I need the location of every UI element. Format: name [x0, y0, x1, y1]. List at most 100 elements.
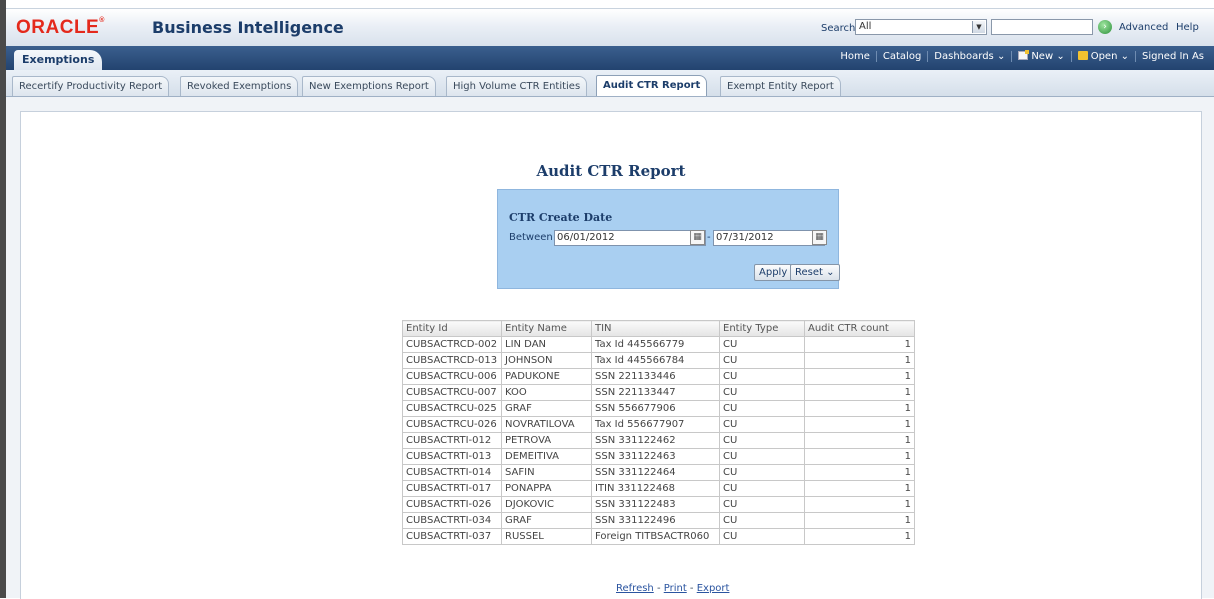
- table-cell: 1: [804, 384, 915, 401]
- table-cell: CU: [719, 480, 805, 497]
- tab-audit-ctr[interactable]: Audit CTR Report: [596, 75, 708, 96]
- go-icon[interactable]: ›: [1098, 20, 1112, 34]
- table-row: CUBSACTRCU-006 PADUKONE SSN 221133446 CU 1: [402, 368, 915, 385]
- table-cell: SSN 331122483: [591, 496, 720, 513]
- calendar-icon[interactable]: ▦: [690, 230, 705, 245]
- table-cell: 1: [804, 352, 915, 369]
- table-cell: CUBSACTRCU-007: [402, 384, 502, 401]
- table-cell: CU: [719, 384, 805, 401]
- table-cell: CUBSACTRTI-037: [402, 528, 502, 545]
- date-prompt: CTR Create Date Between 06/01/2012 ▦ - 0…: [497, 189, 840, 289]
- print-link[interactable]: Print: [664, 583, 687, 594]
- table-cell: 1: [804, 416, 915, 433]
- tab-new-exemptions[interactable]: New Exemptions Report: [302, 76, 436, 96]
- table-cell: SSN 221133446: [591, 368, 720, 385]
- dashboard-content: Audit CTR Report CTR Create Date Between…: [6, 97, 1214, 599]
- search-scope-select[interactable]: All ▼: [855, 19, 987, 35]
- table-cell: CUBSACTRCD-002: [402, 336, 502, 353]
- table-cell: CU: [719, 528, 805, 545]
- table-row: CUBSACTRCU-026 NOVRATILOVA Tax Id 55667790…: [402, 416, 915, 433]
- table-cell: JOHNSON: [501, 352, 592, 369]
- report-title: Audit CTR Report: [536, 162, 686, 180]
- table-cell: CU: [719, 432, 805, 449]
- dashboard-name[interactable]: Exemptions: [14, 50, 102, 70]
- report-links: Refresh - Print - Export: [616, 583, 730, 594]
- menu-signed-in[interactable]: Signed In As: [1134, 51, 1210, 62]
- table-cell: ITIN 331122468: [591, 480, 720, 497]
- date-separator: -: [707, 232, 711, 243]
- table-row: CUBSACTRTI-034 GRAF SSN 331122496 CU 1: [402, 512, 915, 529]
- column-header[interactable]: Entity Name: [501, 320, 592, 337]
- table-cell: CU: [719, 512, 805, 529]
- tab-high-volume-ctr[interactable]: High Volume CTR Entities: [446, 76, 588, 96]
- column-header[interactable]: Entity Id: [402, 320, 502, 337]
- table-cell: CUBSACTRTI-034: [402, 512, 502, 529]
- report-panel: Audit CTR Report CTR Create Date Between…: [20, 111, 1202, 599]
- table-cell: CU: [719, 352, 805, 369]
- table-cell: Tax Id 445566784: [591, 352, 720, 369]
- table-cell: CU: [719, 336, 805, 353]
- search-scope-value: All: [859, 21, 872, 32]
- table-cell: LIN DAN: [501, 336, 592, 353]
- menu-dashboards[interactable]: Dashboards ⌄: [927, 51, 1011, 62]
- table-cell: 1: [804, 448, 915, 465]
- table-cell: SSN 331122462: [591, 432, 720, 449]
- apply-button[interactable]: Apply: [754, 264, 793, 281]
- table-cell: 1: [804, 368, 915, 385]
- table-cell: CU: [719, 400, 805, 417]
- table-cell: 1: [804, 512, 915, 529]
- date-to-input[interactable]: 07/31/2012: [713, 230, 825, 246]
- calendar-icon[interactable]: ▦: [812, 230, 827, 245]
- table-cell: RUSSEL: [501, 528, 592, 545]
- table-cell: CUBSACTRCU-026: [402, 416, 502, 433]
- table-cell: CUBSACTRTI-026: [402, 496, 502, 513]
- table-cell: SSN 556677906: [591, 400, 720, 417]
- table-cell: CU: [719, 464, 805, 481]
- menu-open[interactable]: Open ⌄: [1070, 51, 1135, 62]
- table-cell: Foreign TITBSACTR060: [591, 528, 720, 545]
- date-from-input[interactable]: 06/01/2012: [554, 230, 706, 246]
- menu-catalog[interactable]: Catalog: [875, 51, 927, 62]
- table-cell: 1: [804, 464, 915, 481]
- table-cell: CU: [719, 368, 805, 385]
- table-row: CUBSACTRCU-025 GRAF SSN 556677906 CU 1: [402, 400, 915, 417]
- table-row: CUBSACTRCU-007 KOO SSN 221133447 CU 1: [402, 384, 915, 401]
- table-cell: 1: [804, 432, 915, 449]
- table-cell: SSN 331122463: [591, 448, 720, 465]
- tab-revoked-exemptions[interactable]: Revoked Exemptions: [180, 76, 299, 96]
- table-header-row: Entity Id Entity Name TIN Entity Type Au…: [402, 320, 915, 337]
- audit-ctr-table: Entity Id Entity Name TIN Entity Type Au…: [402, 320, 915, 545]
- prompt-label: CTR Create Date: [509, 211, 613, 224]
- global-header: ORACLE® Business Intelligence Search All…: [6, 8, 1214, 47]
- table-cell: NOVRATILOVA: [501, 416, 592, 433]
- column-header[interactable]: Audit CTR count: [804, 320, 915, 337]
- page-tabs: Recertify Productivity Report Revoked Ex…: [6, 70, 1214, 97]
- export-link[interactable]: Export: [697, 583, 730, 594]
- table-cell: DEMEITIVA: [501, 448, 592, 465]
- refresh-link[interactable]: Refresh: [616, 583, 654, 594]
- menu-home[interactable]: Home: [834, 51, 876, 62]
- help-link[interactable]: Help: [1176, 22, 1199, 33]
- reset-button[interactable]: Reset ⌄: [790, 264, 840, 281]
- oracle-logo: ORACLE®: [16, 17, 105, 38]
- column-header[interactable]: TIN: [591, 320, 720, 337]
- advanced-search-link[interactable]: Advanced: [1119, 22, 1168, 33]
- table-row: CUBSACTRTI-012 PETROVA SSN 331122462 CU 1: [402, 432, 915, 449]
- table-cell: CUBSACTRTI-017: [402, 480, 502, 497]
- tab-exempt-entity[interactable]: Exempt Entity Report: [720, 76, 841, 96]
- table-cell: SAFIN: [501, 464, 592, 481]
- global-menu: Home Catalog Dashboards ⌄ New ⌄ Open ⌄ S…: [834, 50, 1210, 62]
- menu-open-label: Open ⌄: [1090, 51, 1129, 62]
- table-cell: SSN 221133447: [591, 384, 720, 401]
- menu-new[interactable]: New ⌄: [1011, 50, 1070, 62]
- table-cell: 1: [804, 336, 915, 353]
- search-input[interactable]: [991, 19, 1093, 35]
- table-cell: CU: [719, 448, 805, 465]
- app-title: Business Intelligence: [152, 18, 344, 37]
- table-cell: GRAF: [501, 400, 592, 417]
- table-row: CUBSACTRTI-017 PONAPPA ITIN 331122468 CU 1: [402, 480, 915, 497]
- table-cell: DJOKOVIC: [501, 496, 592, 513]
- tab-recertify-productivity[interactable]: Recertify Productivity Report: [12, 76, 170, 96]
- column-header[interactable]: Entity Type: [719, 320, 805, 337]
- chevron-down-icon: ▼: [972, 21, 985, 33]
